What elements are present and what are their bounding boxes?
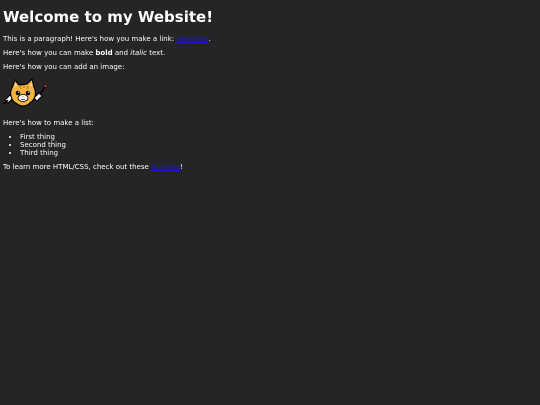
- list-item: Third thing: [20, 149, 537, 157]
- bold-text: bold: [95, 49, 113, 57]
- format-paragraph: Here's how you can make bold and italic …: [3, 49, 537, 57]
- link-paragraph-text: This is a paragraph! Here's how you make…: [3, 35, 177, 43]
- image-container: [3, 76, 537, 111]
- link-paragraph-end: .: [208, 35, 211, 43]
- page-body: Welcome to my Website! This is a paragra…: [0, 0, 540, 405]
- thing-list: First thing Second thing Third thing: [3, 133, 537, 157]
- list-item: First thing: [20, 133, 537, 141]
- image-paragraph: Here's how you can add an image:: [3, 63, 125, 71]
- tutorials-link[interactable]: tutorials: [151, 163, 180, 171]
- format-paragraph-and: and: [112, 49, 131, 57]
- neocities-cat-icon: [3, 77, 47, 107]
- neocities-link[interactable]: Neocities: [176, 35, 208, 43]
- format-paragraph-text: Here's how you can make: [3, 49, 96, 57]
- format-paragraph-end: text.: [146, 49, 166, 57]
- resources-paragraph-text: To learn more HTML/CSS, check out these: [3, 163, 152, 171]
- link-paragraph: This is a paragraph! Here's how you make…: [3, 35, 537, 43]
- italic-text: italic: [130, 49, 147, 57]
- list-item: Second thing: [20, 141, 537, 149]
- resources-paragraph: To learn more HTML/CSS, check out these …: [3, 163, 537, 171]
- resources-paragraph-end: !: [179, 163, 183, 171]
- page-heading: Welcome to my Website!: [3, 8, 214, 26]
- list-intro: Here's how to make a list:: [3, 119, 94, 127]
